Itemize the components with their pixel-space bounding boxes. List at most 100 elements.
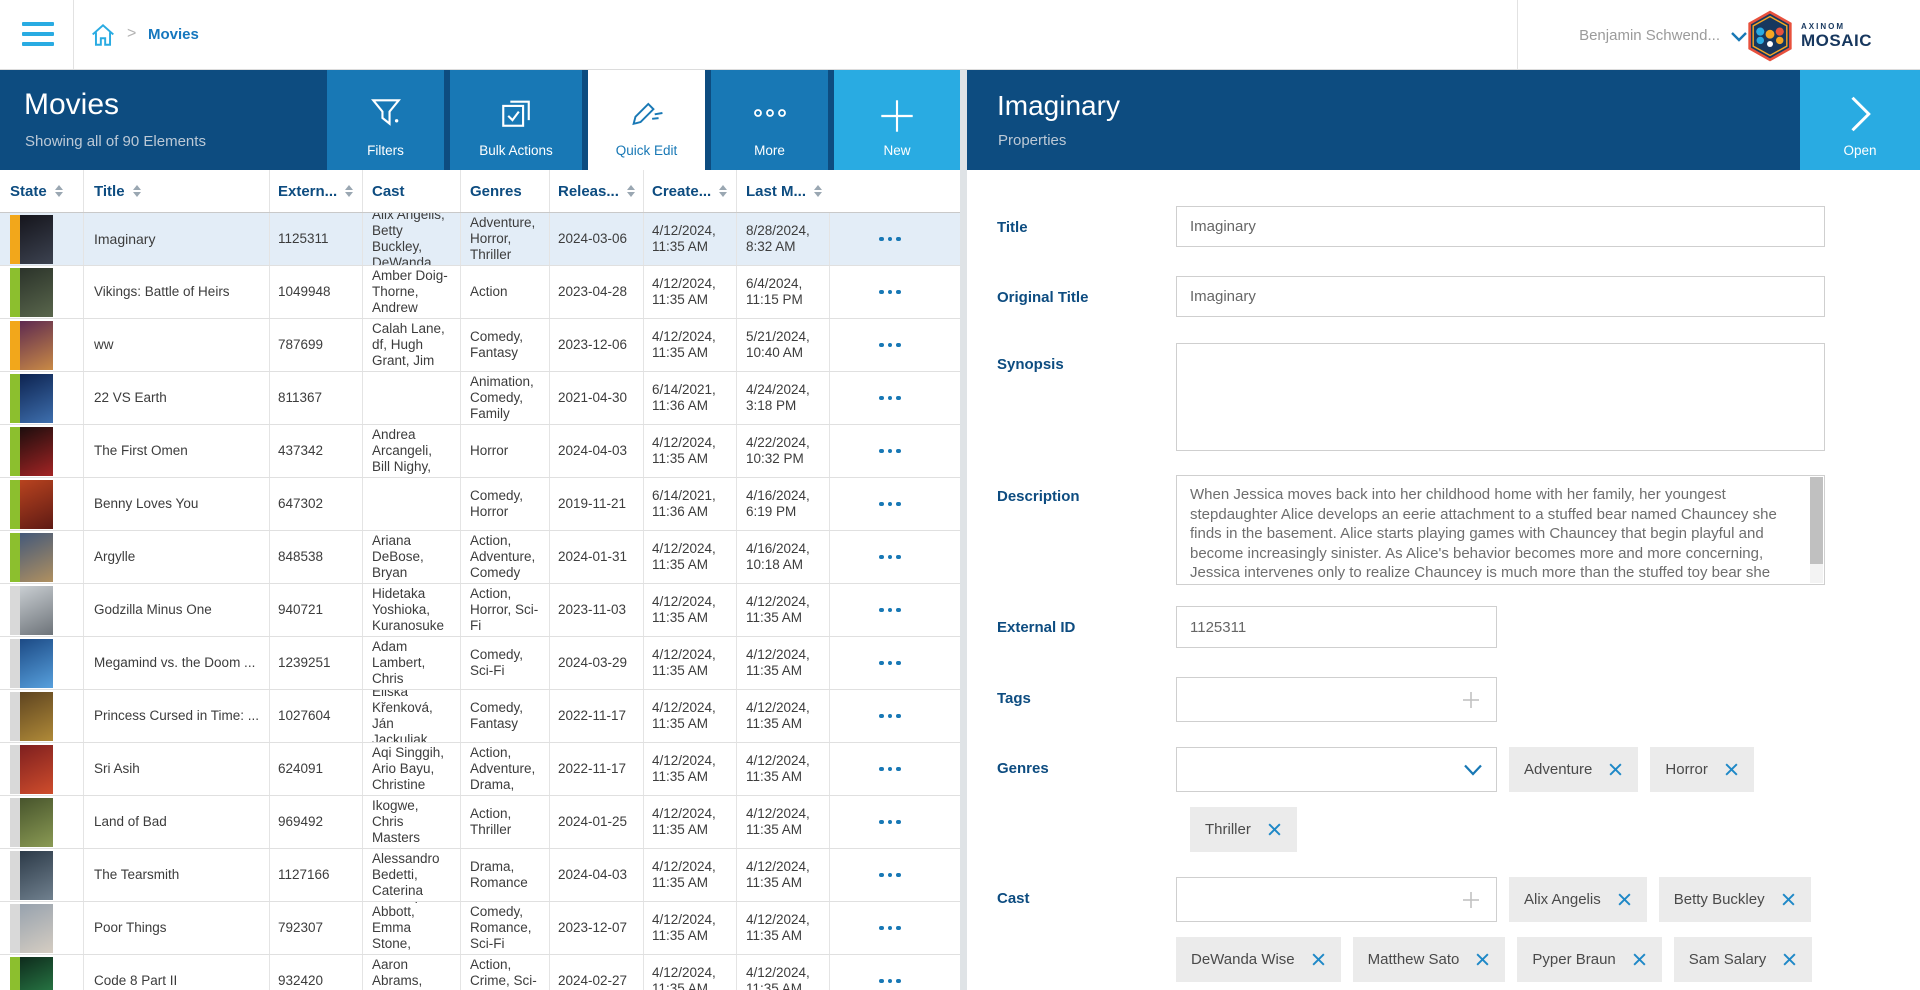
quick-edit-button[interactable]: Quick Edit bbox=[588, 70, 705, 170]
table-row[interactable]: Sri Asih624091Aqi Singgih, Ario Bayu, Ch… bbox=[0, 743, 960, 796]
title-cell: Imaginary bbox=[83, 213, 269, 265]
chip-remove-icon[interactable] bbox=[1724, 762, 1739, 777]
tags-input[interactable] bbox=[1176, 677, 1497, 722]
sort-icon[interactable] bbox=[345, 185, 353, 197]
table-row[interactable]: Imaginary1125311Alix Angelis, Betty Buck… bbox=[0, 213, 960, 266]
row-actions-button[interactable] bbox=[829, 319, 950, 371]
poster-thumbnail bbox=[20, 798, 53, 847]
chevron-down-icon[interactable] bbox=[1730, 30, 1748, 48]
chip-remove-icon[interactable] bbox=[1617, 892, 1632, 907]
table-row[interactable]: Poor Things792307Christopher Abbott, Emm… bbox=[0, 902, 960, 955]
chip-remove-icon[interactable] bbox=[1632, 952, 1647, 967]
cast-cell: Andrea Arcangeli, Bill Nighy, bbox=[362, 425, 460, 477]
row-actions-button[interactable] bbox=[829, 743, 950, 795]
row-actions-button[interactable] bbox=[829, 213, 950, 265]
description-textarea[interactable]: When Jessica moves back into her childho… bbox=[1176, 475, 1825, 585]
row-actions-button[interactable] bbox=[829, 849, 950, 901]
row-actions-button[interactable] bbox=[829, 902, 950, 954]
table-row[interactable]: The Tearsmith1127166Alessandro Bedetti, … bbox=[0, 849, 960, 902]
user-menu-label[interactable]: Benjamin Schwend... bbox=[1579, 27, 1720, 44]
table-row[interactable]: Land of Bad969492Chika Ikogwe, Chris Mas… bbox=[0, 796, 960, 849]
created-cell: 6/14/2021, 11:36 AM bbox=[643, 372, 736, 424]
cast-cell bbox=[362, 478, 460, 530]
sort-icon[interactable] bbox=[133, 185, 141, 197]
logo-text-axinom: AXINOM bbox=[1801, 22, 1872, 31]
title-cell: ww bbox=[83, 319, 269, 371]
chip: Horror bbox=[1650, 747, 1754, 792]
scrollbar-thumb[interactable] bbox=[1810, 477, 1823, 564]
field-label-title: Title bbox=[997, 206, 1176, 247]
modified-cell: 4/12/2024, 11:35 AM bbox=[736, 584, 829, 636]
chevron-down-icon[interactable] bbox=[1463, 763, 1483, 776]
bulk-actions-button[interactable]: Bulk Actions bbox=[450, 70, 582, 170]
row-actions-button[interactable] bbox=[829, 955, 950, 990]
synopsis-textarea[interactable] bbox=[1176, 343, 1825, 451]
column-header-rel[interactable]: Releas... bbox=[549, 170, 643, 212]
home-icon[interactable] bbox=[90, 22, 116, 53]
chip-remove-icon[interactable] bbox=[1608, 762, 1623, 777]
add-cast-plus-icon[interactable] bbox=[1460, 889, 1482, 911]
external-id-cell: 932420 bbox=[269, 955, 362, 990]
column-header-ext[interactable]: Extern... bbox=[269, 170, 362, 212]
state-indicator bbox=[10, 427, 20, 476]
chip-remove-icon[interactable] bbox=[1781, 892, 1796, 907]
column-header-mod[interactable]: Last M... bbox=[736, 170, 829, 212]
table-row[interactable]: Princess Cursed in Time: ...1027604Elišk… bbox=[0, 690, 960, 743]
column-header-state[interactable]: State bbox=[0, 170, 83, 212]
hamburger-menu-icon[interactable] bbox=[22, 22, 56, 48]
chip-label: Thriller bbox=[1205, 821, 1251, 838]
row-actions-button[interactable] bbox=[829, 637, 950, 689]
chip-remove-icon[interactable] bbox=[1782, 952, 1797, 967]
row-actions-button[interactable] bbox=[829, 266, 950, 318]
state-indicator bbox=[10, 586, 20, 635]
table-row[interactable]: ww787699Calah Lane, df, Hugh Grant, JimC… bbox=[0, 319, 960, 372]
column-header-created[interactable]: Create... bbox=[643, 170, 736, 212]
genres-select[interactable] bbox=[1176, 747, 1497, 792]
table-row[interactable]: Vikings: Battle of Heirs1049948Amber Doi… bbox=[0, 266, 960, 319]
more-button[interactable]: More bbox=[711, 70, 828, 170]
sort-icon[interactable] bbox=[814, 185, 822, 197]
table-row[interactable]: Megamind vs. the Doom ...1239251Adam Lam… bbox=[0, 637, 960, 690]
table-row[interactable]: Argylle848538Ariana DeBose, BryanAction,… bbox=[0, 531, 960, 584]
chip-remove-icon[interactable] bbox=[1311, 952, 1326, 967]
table-row[interactable]: Godzilla Minus One940721Hidetaka Yoshiok… bbox=[0, 584, 960, 637]
modified-cell: 8/28/2024, 8:32 AM bbox=[736, 213, 829, 265]
state-indicator bbox=[10, 533, 20, 582]
chip-remove-icon[interactable] bbox=[1267, 822, 1282, 837]
new-button[interactable]: New bbox=[834, 70, 960, 170]
state-cell bbox=[0, 478, 83, 530]
state-cell bbox=[0, 849, 83, 901]
external-id-input[interactable]: 1125311 bbox=[1176, 606, 1497, 648]
row-actions-button[interactable] bbox=[829, 372, 950, 424]
column-header-title[interactable]: Title bbox=[83, 170, 269, 212]
row-actions-button[interactable] bbox=[829, 425, 950, 477]
row-actions-button[interactable] bbox=[829, 584, 950, 636]
modified-cell: 4/12/2024, 11:35 AM bbox=[736, 796, 829, 848]
properties-header: Imaginary Properties Open bbox=[967, 70, 1920, 170]
cast-input[interactable] bbox=[1176, 877, 1497, 922]
sort-icon[interactable] bbox=[627, 185, 635, 197]
row-actions-button[interactable] bbox=[829, 478, 950, 530]
table-row[interactable]: 22 VS Earth811367Animation, Comedy, Fami… bbox=[0, 372, 960, 425]
chip-remove-icon[interactable] bbox=[1475, 952, 1490, 967]
scrollbar-track[interactable] bbox=[1810, 477, 1823, 583]
poster-thumbnail bbox=[20, 215, 53, 264]
sort-icon[interactable] bbox=[55, 185, 63, 197]
breadcrumb[interactable]: Movies bbox=[148, 26, 199, 43]
sort-icon[interactable] bbox=[719, 185, 727, 197]
add-tag-plus-icon[interactable] bbox=[1460, 689, 1482, 711]
table-row[interactable]: Code 8 Part II932420Aaron Abrams, AkielA… bbox=[0, 955, 960, 990]
released-cell: 2023-12-07 bbox=[549, 902, 643, 954]
filters-button[interactable]: Filters bbox=[327, 70, 444, 170]
title-input[interactable]: Imaginary bbox=[1176, 206, 1825, 247]
table-row[interactable]: The First Omen437342Andrea Arcangeli, Bi… bbox=[0, 425, 960, 478]
row-actions-button[interactable] bbox=[829, 690, 950, 742]
table-row[interactable]: Benny Loves You647302Comedy, Horror2019-… bbox=[0, 478, 960, 531]
row-actions-button[interactable] bbox=[829, 531, 950, 583]
title-cell: Sri Asih bbox=[83, 743, 269, 795]
row-actions-button[interactable] bbox=[829, 796, 950, 848]
created-cell: 6/14/2021, 11:36 AM bbox=[643, 478, 736, 530]
original-title-input[interactable]: Imaginary bbox=[1176, 276, 1825, 317]
created-cell: 4/12/2024, 11:35 AM bbox=[643, 266, 736, 318]
open-button[interactable]: Open bbox=[1800, 70, 1920, 170]
